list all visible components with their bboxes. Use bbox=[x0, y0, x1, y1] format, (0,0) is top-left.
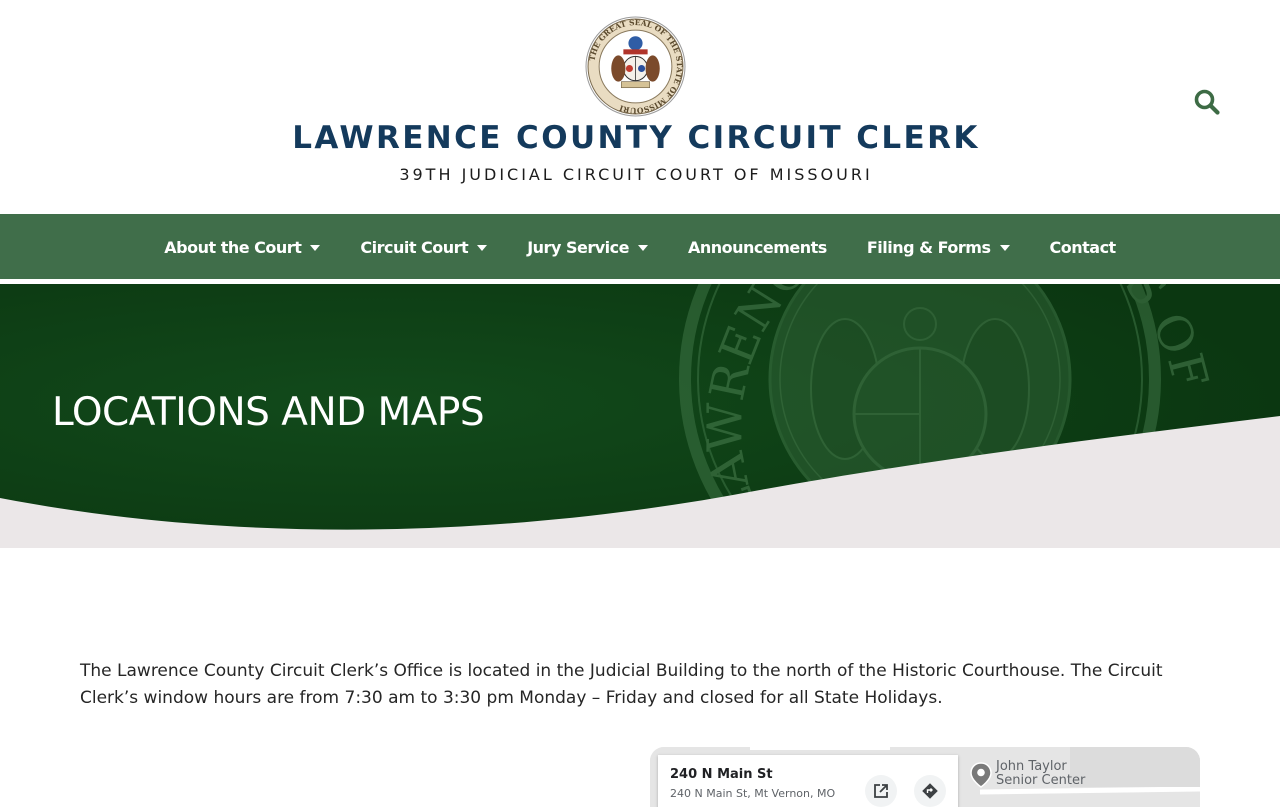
open-in-new-icon[interactable] bbox=[865, 775, 897, 807]
caret-down-icon bbox=[477, 245, 488, 251]
intro-paragraph: The Lawrence County Circuit Clerk’s Offi… bbox=[80, 661, 1163, 708]
caret-down-icon bbox=[637, 245, 648, 251]
nav-item-jury-service[interactable]: Jury Service bbox=[527, 238, 648, 257]
missouri-seal-logo[interactable]: THE GREAT SEAL OF THE STATE OF MISSOURI bbox=[585, 16, 686, 117]
map-place-name: 240 N Main St bbox=[670, 767, 773, 782]
map-poi-line: John Taylor bbox=[996, 759, 1067, 774]
map-place-card: 240 N Main St 240 N Main St, Mt Vernon, … bbox=[658, 755, 958, 807]
nav-item-about-the-court[interactable]: About the Court bbox=[164, 237, 321, 257]
caret-down-icon bbox=[310, 245, 321, 251]
nav-item-announcements[interactable]: Announcements bbox=[688, 238, 827, 257]
nav-item-contact[interactable]: Contact bbox=[1049, 237, 1117, 257]
embedded-map[interactable]: 240 N Main St 240 N Main St, Mt Vernon, … bbox=[650, 747, 1200, 807]
search-icon[interactable] bbox=[1193, 88, 1221, 116]
site-subtitle: 39TH JUDICIAL CIRCUIT COURT OF MISSOURI bbox=[399, 165, 873, 184]
map-poi-line: Senior Center bbox=[996, 773, 1086, 788]
site-header: THE GREAT SEAL OF THE STATE OF MISSOURI … bbox=[0, 0, 1280, 214]
nav-item-label: Announcements bbox=[687, 237, 827, 257]
page-title: LOCATIONS AND MAPS bbox=[52, 390, 485, 435]
nav-item-label: Jury Service bbox=[527, 237, 629, 257]
directions-icon[interactable] bbox=[914, 775, 946, 807]
map-place-address: 240 N Main St, Mt Vernon, MO bbox=[670, 787, 836, 800]
nav-item-filing-forms[interactable]: Filing & Forms bbox=[867, 238, 1010, 257]
map-poi-label[interactable]: John Taylor Senior Center bbox=[996, 760, 1085, 788]
nav-item-label: About the Court bbox=[164, 237, 302, 257]
nav-item-label: Contact bbox=[1049, 237, 1117, 257]
caret-down-icon bbox=[999, 245, 1010, 251]
main-navigation: About the Court Circuit Court Jury Servi… bbox=[0, 214, 1280, 282]
site-title[interactable]: LAWRENCE COUNTY CIRCUIT CLERK bbox=[0, 120, 1272, 156]
page-hero: LAWRENCE CO ERK'S OF LOCATIONS AND MAPS bbox=[0, 284, 1280, 548]
nav-item-label: Circuit Court bbox=[360, 237, 469, 257]
map-pin-icon[interactable] bbox=[970, 762, 992, 788]
nav-item-label: Filing & Forms bbox=[866, 237, 991, 257]
nav-item-circuit-court[interactable]: Circuit Court bbox=[360, 237, 488, 257]
